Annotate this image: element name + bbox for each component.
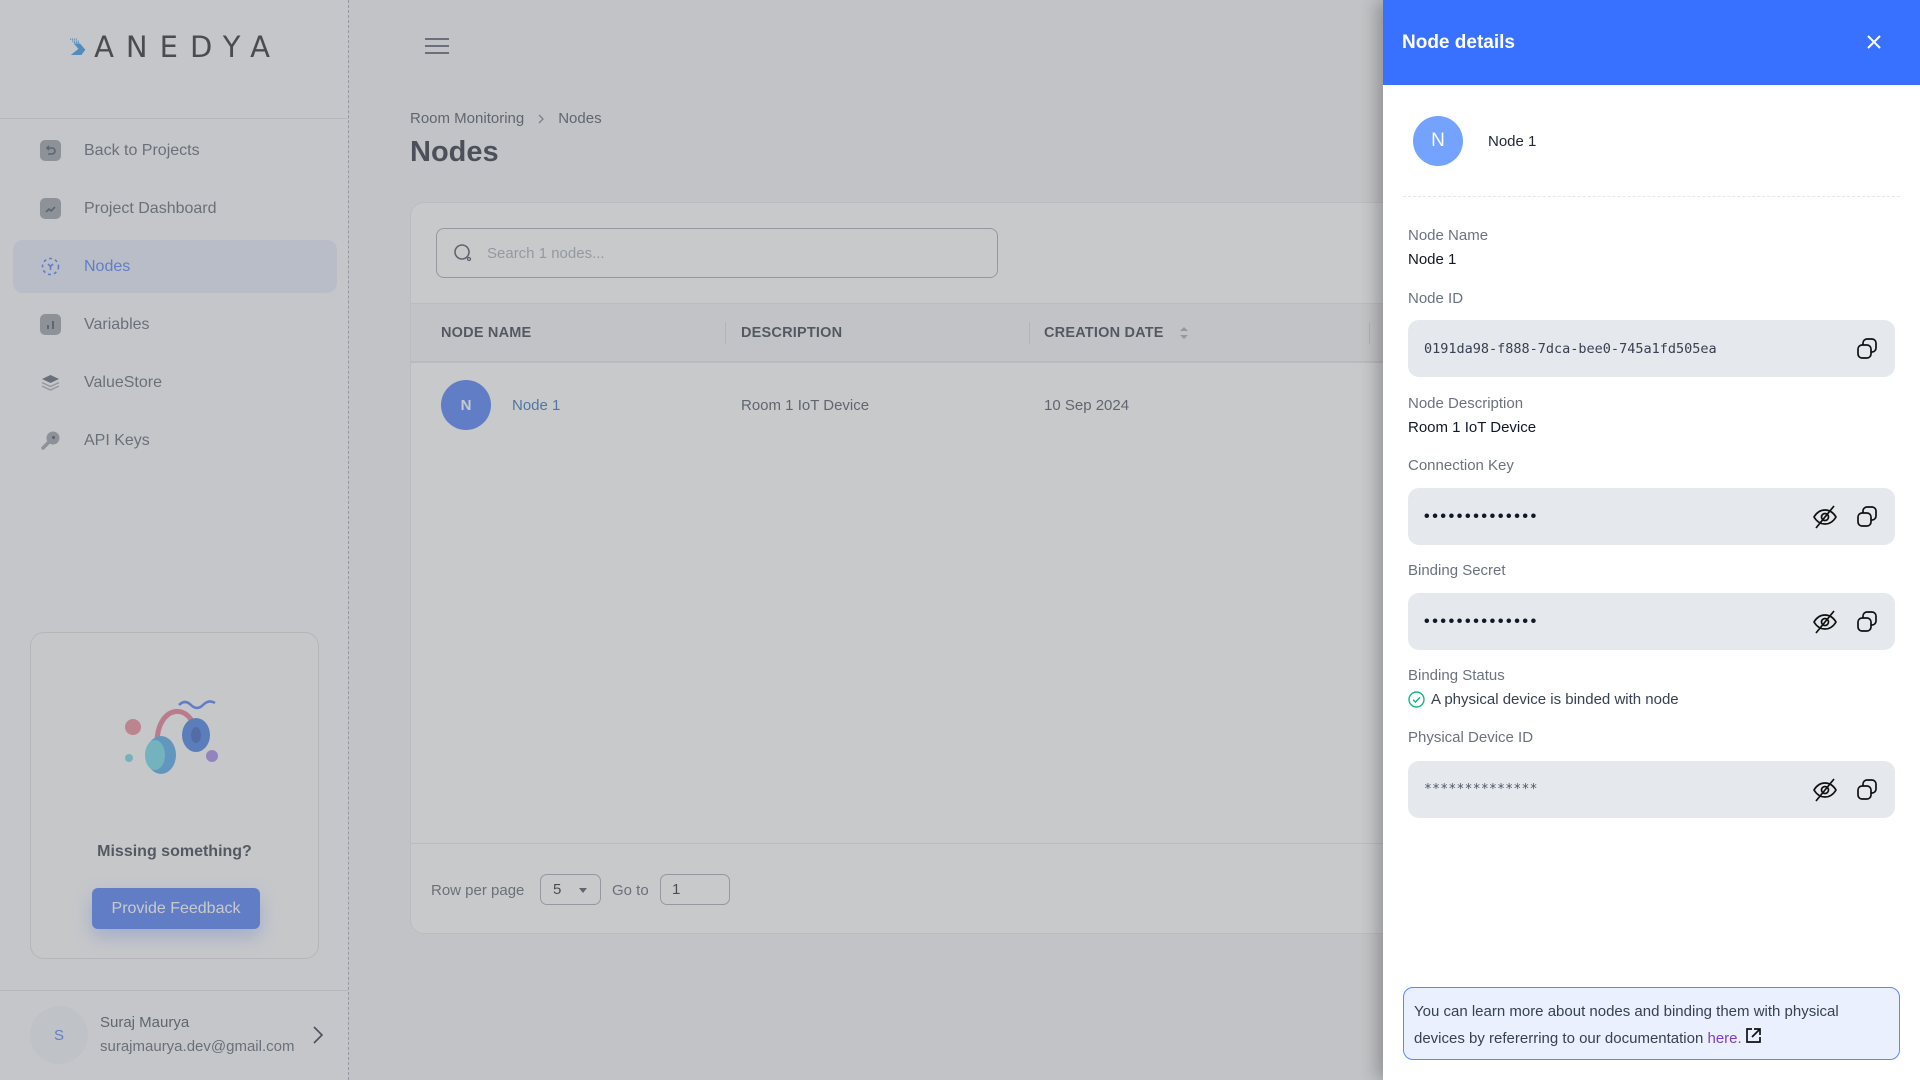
drawer-node-summary: N Node 1 <box>1413 116 1536 166</box>
binding-secret-masked: •••••••••••••• <box>1424 612 1539 630</box>
binding-status-value: A physical device is binded with node <box>1431 691 1679 708</box>
node-description-value: Room 1 IoT Device <box>1408 419 1537 436</box>
eye-off-icon[interactable] <box>1812 609 1838 635</box>
binding-status-label: Binding Status <box>1408 667 1505 684</box>
binding-secret-field: •••••••••••••• <box>1408 593 1895 650</box>
drawer-header: Node details <box>1383 0 1920 85</box>
connection-key-masked: •••••••••••••• <box>1424 507 1539 525</box>
connection-key-label: Connection Key <box>1408 457 1514 474</box>
node-details-drawer: Node details N Node 1 Node Name Node 1 N… <box>1383 0 1920 1080</box>
drawer-node-name: Node 1 <box>1488 132 1537 150</box>
documentation-info-box: You can learn more about nodes and bindi… <box>1403 987 1900 1060</box>
copy-icon[interactable] <box>1854 609 1880 635</box>
node-id-label: Node ID <box>1408 290 1464 307</box>
eye-off-icon[interactable] <box>1812 777 1838 803</box>
physical-device-id-field: ************** <box>1408 761 1895 818</box>
binding-secret-label: Binding Secret <box>1408 562 1506 579</box>
check-circle-icon <box>1408 691 1425 708</box>
drawer-title: Node details <box>1402 31 1515 53</box>
info-text: You can learn more about nodes and bindi… <box>1414 1003 1839 1047</box>
connection-key-field: •••••••••••••• <box>1408 488 1895 545</box>
external-link-icon[interactable] <box>1745 1027 1762 1044</box>
close-icon[interactable] <box>1865 33 1883 51</box>
eye-off-icon[interactable] <box>1812 504 1838 530</box>
node-avatar: N <box>1413 116 1463 166</box>
copy-icon[interactable] <box>1854 777 1880 803</box>
binding-status: A physical device is binded with node <box>1408 691 1679 708</box>
physical-device-id-label: Physical Device ID <box>1408 729 1534 746</box>
copy-icon[interactable] <box>1854 336 1880 362</box>
drawer-divider <box>1403 196 1900 197</box>
node-description-label: Node Description <box>1408 395 1524 412</box>
node-id-value: 0191da98-f888-7dca-bee0-745a1fd505ea <box>1424 340 1717 357</box>
copy-icon[interactable] <box>1854 504 1880 530</box>
node-id-field: 0191da98-f888-7dca-bee0-745a1fd505ea <box>1408 320 1895 377</box>
node-name-value: Node 1 <box>1408 251 1457 268</box>
node-name-label: Node Name <box>1408 227 1489 244</box>
physical-device-id-masked: ************** <box>1424 782 1538 797</box>
documentation-link[interactable]: here. <box>1708 1030 1742 1047</box>
